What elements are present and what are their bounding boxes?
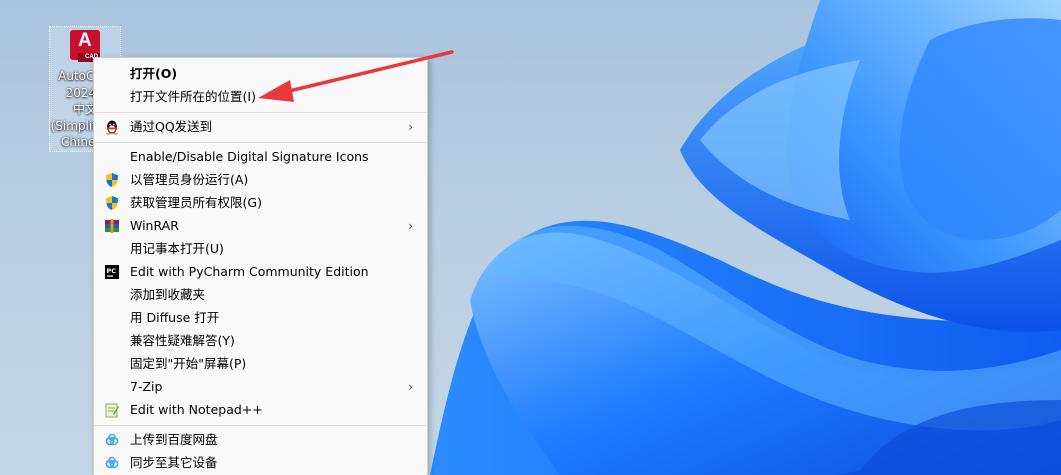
uac-shield-icon: [106, 196, 118, 210]
menu-item-send-via-qq[interactable]: 通过QQ发送到 ›: [94, 116, 427, 138]
chevron-right-icon: ›: [408, 380, 413, 394]
menu-item-edit-with-pycharm[interactable]: PC Edit with PyCharm Community Edition: [94, 261, 427, 283]
menu-item-label: 以管理员身份运行(A): [130, 172, 249, 187]
menu-item-take-ownership[interactable]: 获取管理员所有权限(G): [94, 192, 427, 214]
baidu-netdisk-icon: [105, 456, 119, 469]
desktop: A CAD AutoCAD 2024 - 中文 (Simplified) Chi…: [0, 0, 1061, 475]
menu-item-winrar[interactable]: WinRAR ›: [94, 215, 427, 237]
autocad-logo-letter: A: [78, 30, 92, 51]
menu-item-label: 兼容性疑难解答(Y): [130, 333, 235, 348]
qq-icon: [106, 120, 118, 135]
pycharm-icon: PC: [105, 265, 119, 279]
menu-item-label: 用记事本打开(U): [130, 241, 224, 256]
menu-item-label: 打开文件所在的位置(I): [130, 89, 256, 104]
menu-item-label: 7-Zip: [130, 379, 163, 394]
menu-item-label: 打开(O): [130, 66, 178, 81]
context-menu: 打开(O) 打开文件所在的位置(I) 通过QQ发送到 › Enable/Disa…: [93, 57, 428, 475]
menu-item-label: WinRAR: [130, 218, 179, 233]
winrar-icon: [105, 219, 119, 233]
menu-item-edit-with-notepadpp[interactable]: Edit with Notepad++: [94, 399, 427, 421]
menu-item-label: 上传到百度网盘: [130, 432, 218, 447]
menu-item-compatibility-troubleshoot[interactable]: 兼容性疑难解答(Y): [94, 330, 427, 352]
menu-item-label: 同步至其它设备: [130, 455, 218, 470]
menu-item-run-as-admin[interactable]: 以管理员身份运行(A): [94, 169, 427, 191]
menu-separator: [94, 112, 427, 113]
menu-item-label: Edit with Notepad++: [130, 402, 263, 417]
menu-item-label: 用 Diffuse 打开: [130, 310, 220, 325]
notepadpp-icon: [105, 403, 119, 418]
menu-item-open-with-notepad[interactable]: 用记事本打开(U): [94, 238, 427, 260]
menu-item-upload-baidu-netdisk[interactable]: 上传到百度网盘: [94, 429, 427, 451]
menu-item-label: 固定到"开始"屏幕(P): [130, 356, 247, 371]
menu-item-add-to-favorites[interactable]: 添加到收藏夹: [94, 284, 427, 306]
menu-separator: [94, 425, 427, 426]
chevron-right-icon: ›: [408, 219, 413, 233]
menu-item-label: 获取管理员所有权限(G): [130, 195, 262, 210]
menu-item-label: 通过QQ发送到: [130, 119, 213, 134]
menu-item-label: Edit with PyCharm Community Edition: [130, 264, 369, 279]
chevron-right-icon: ›: [408, 120, 413, 134]
uac-shield-icon: [106, 173, 118, 187]
menu-item-7zip[interactable]: 7-Zip ›: [94, 376, 427, 398]
menu-item-pin-to-start[interactable]: 固定到"开始"屏幕(P): [94, 353, 427, 375]
menu-item-open[interactable]: 打开(O): [94, 63, 427, 85]
menu-item-digital-signature-icons[interactable]: Enable/Disable Digital Signature Icons: [94, 146, 427, 168]
menu-separator: [94, 142, 427, 143]
menu-item-open-file-location[interactable]: 打开文件所在的位置(I): [94, 86, 427, 108]
baidu-netdisk-icon: [105, 433, 119, 446]
svg-text:PC: PC: [107, 267, 117, 275]
menu-item-open-with-diffuse[interactable]: 用 Diffuse 打开: [94, 307, 427, 329]
menu-item-label: Enable/Disable Digital Signature Icons: [130, 149, 369, 164]
menu-item-sync-other-devices[interactable]: 同步至其它设备: [94, 452, 427, 474]
menu-item-label: 添加到收藏夹: [130, 287, 206, 302]
